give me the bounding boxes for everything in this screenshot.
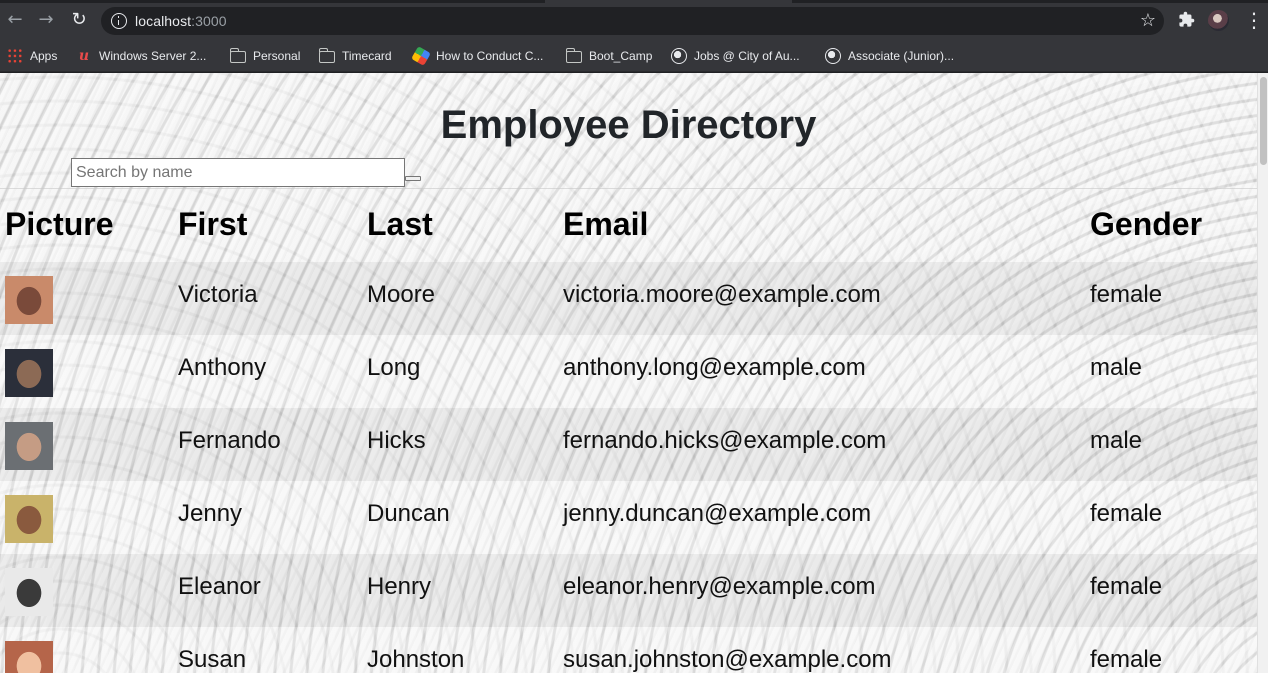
cell-last-name: Duncan [367,500,450,527]
cell-first-name: Anthony [178,354,267,381]
cell-gender: female [1090,573,1163,600]
bookmark-how-to-conduct[interactable]: How to Conduct C... [411,45,544,67]
table-row: Jenny Duncan jenny.duncan@example.com femal… [0,481,1257,554]
bookmark-label: How to Conduct C... [436,49,544,63]
bookmark-label: Windows Server 2... [99,49,207,63]
page-viewport: Employee Directory Picture First Last Em… [0,73,1257,673]
column-header-email[interactable]: Email [563,206,648,243]
browser-toolbar: ← → ↻ localhost:3000 ☆ ⋮ [0,0,1268,40]
cell-gender: female [1090,281,1163,308]
url-host: localhost [135,13,192,29]
address-bar[interactable]: localhost:3000 ☆ [101,7,1164,35]
folder-icon [229,48,246,63]
cell-first-name: Victoria [178,281,258,308]
cell-last-name: Long [367,354,421,381]
search-input[interactable] [71,158,405,187]
site-info-icon[interactable] [111,13,127,29]
cell-last-name: Johnston [367,646,465,673]
column-header-last[interactable]: Last [367,206,433,243]
bookmark-label: Associate (Junior)... [848,49,955,63]
hexagon-icon [411,46,431,66]
profile-avatar[interactable] [1208,10,1229,31]
employee-photo [5,276,53,324]
cell-gender: female [1090,500,1163,527]
cell-first-name: Susan [178,646,247,673]
globe-icon [671,48,687,64]
cell-last-name: Henry [367,573,432,600]
table-row: Fernando Hicks fernando.hicks@example.com m… [0,408,1257,481]
url-port: :3000 [191,13,227,29]
table-row: Anthony Long anthony.long@example.com male [0,335,1257,408]
url-text: localhost:3000 [135,13,227,29]
search-button[interactable] [405,176,421,181]
apps-grid-icon [7,48,23,64]
bookmark-label: Personal [253,49,301,63]
bookmark-apps[interactable]: Apps [7,45,57,67]
folder-icon [318,48,335,63]
globe-icon [825,48,841,64]
back-icon[interactable]: ← [5,10,25,30]
page-title: Employee Directory [440,103,817,147]
cell-first-name: Jenny [178,500,243,527]
column-header-gender[interactable]: Gender [1090,206,1202,243]
cell-first-name: Fernando [178,427,281,454]
bookmarks-bar: Apps u Windows Server 2... Personal Time… [0,40,1268,72]
cell-gender: female [1090,646,1163,673]
column-header-first[interactable]: First [178,206,247,243]
bookmark-personal[interactable]: Personal [229,45,301,67]
folder-icon [565,48,582,63]
tab-strip-edge [0,0,545,3]
bookmark-label: Timecard [342,49,392,63]
cell-gender: male [1090,354,1143,381]
windows-server-icon: u [78,48,90,64]
browser-menu-icon[interactable]: ⋮ [1244,9,1264,31]
employee-photo [5,641,53,673]
bookmark-jobs-city[interactable]: Jobs @ City of Au... [671,45,800,67]
table-row: Eleanor Henry eleanor.henry@example.com fem… [0,554,1257,627]
cell-email: jenny.duncan@example.com [563,500,872,527]
cell-last-name: Moore [367,281,436,308]
bookmark-boot-camp[interactable]: Boot_Camp [565,45,653,67]
employee-photo [5,422,53,470]
cell-last-name: Hicks [367,427,426,454]
tab-strip-edge [792,0,1268,3]
cell-gender: male [1090,427,1143,454]
cell-email: susan.johnston@example.com [563,646,892,673]
table-row: Susan Johnston susan.johnston@example.com f… [0,627,1257,673]
page-scrollbar[interactable] [1257,73,1268,673]
employee-photo [5,495,53,543]
bookmark-associate-junior[interactable]: Associate (Junior)... [825,45,954,67]
bookmark-windows-server[interactable]: u Windows Server 2... [76,45,206,67]
employee-photo [5,349,53,397]
forward-icon[interactable]: → [36,10,56,30]
employee-photo [5,568,53,616]
cell-email: anthony.long@example.com [563,354,866,381]
cell-email: victoria.moore@example.com [563,281,881,308]
table-row: Victoria Moore victoria.moore@example.com f… [0,262,1257,335]
cell-email: eleanor.henry@example.com [563,573,876,600]
column-header-picture[interactable]: Picture [5,206,113,243]
bookmark-label: Boot_Camp [589,49,653,63]
bookmark-label: Jobs @ City of Au... [694,49,800,63]
header-divider [0,188,1257,189]
bookmark-timecard[interactable]: Timecard [318,45,392,67]
reload-icon[interactable]: ↻ [69,10,89,30]
bookmark-label: Apps [30,49,58,63]
cell-first-name: Eleanor [178,573,261,600]
scrollbar-thumb[interactable] [1260,77,1267,165]
cell-email: fernando.hicks@example.com [563,427,887,454]
extensions-puzzle-icon[interactable] [1178,11,1195,28]
bookmark-star-icon[interactable]: ☆ [1140,10,1156,31]
